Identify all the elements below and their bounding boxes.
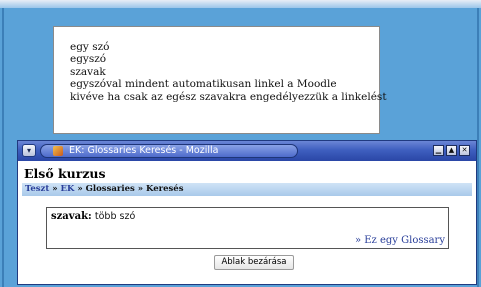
search-result-box: szavak: több szó » Ez egy Glossary: [46, 207, 449, 249]
breadcrumb-separator: »: [134, 184, 147, 194]
window-titlebar[interactable]: ▾ EK: Glossaries Keresés - Mozilla ▁ ▲ ✕: [18, 141, 476, 161]
window-title-pill: EK: Glossaries Keresés - Mozilla: [40, 144, 298, 158]
breadcrumb: Teszt » EK » Glossaries » Keresés: [22, 183, 472, 196]
course-title: Első kurzus: [24, 166, 106, 181]
breadcrumb-glossaries: Glossaries: [85, 184, 135, 194]
breadcrumb-separator: »: [74, 184, 86, 194]
text-line: szavak: [70, 65, 106, 78]
glossary-link[interactable]: Ez egy Glossary: [364, 235, 445, 246]
glossary-link-container: » Ez egy Glossary: [355, 235, 445, 246]
result-definition: több szó: [94, 211, 136, 222]
mozilla-app-icon: [53, 146, 63, 156]
breadcrumb-separator: »: [49, 184, 61, 194]
glossary-link-prefix: »: [354, 235, 365, 246]
text-line: kivéve ha csak az egész szavakra engedél…: [70, 90, 387, 103]
popup-window: ▾ EK: Glossaries Keresés - Mozilla ▁ ▲ ✕…: [17, 140, 477, 285]
window-menu-icon[interactable]: ▾: [22, 144, 36, 157]
page-header-strip: [0, 0, 481, 8]
text-line: egyszóval mindent automatikusan linkel a…: [70, 78, 337, 91]
maximize-icon[interactable]: ▲: [446, 145, 457, 156]
result-term: szavak:: [51, 211, 92, 222]
text-line: egyszó: [70, 53, 107, 66]
window-title: EK: Glossaries Keresés - Mozilla: [69, 145, 219, 156]
page-left-border: [2, 8, 4, 287]
sample-text-box: egy szó egyszó szavak egyszóval mindent …: [53, 26, 387, 134]
result-entry: szavak: több szó: [51, 211, 135, 222]
page-right-border: [477, 8, 479, 287]
text-line: egy szó: [70, 41, 110, 53]
screen: { "background_text": { "lines": [ "egy s…: [0, 0, 481, 287]
breadcrumb-teszt-link[interactable]: Teszt: [25, 184, 49, 194]
minimize-icon[interactable]: ▁: [433, 145, 444, 156]
breadcrumb-current: Keresés: [146, 184, 184, 194]
close-window-button[interactable]: Ablak bezárása: [214, 255, 294, 270]
close-icon[interactable]: ✕: [459, 145, 470, 156]
breadcrumb-ek-link[interactable]: EK: [61, 184, 75, 194]
